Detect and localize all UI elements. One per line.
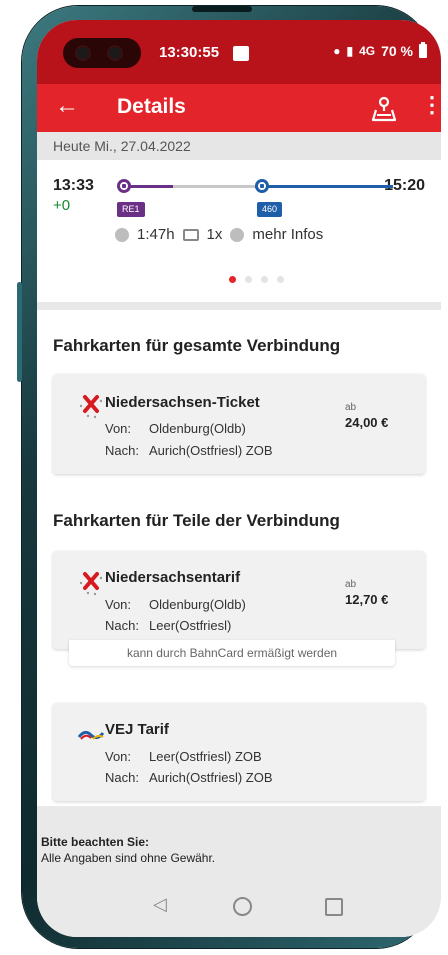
duration-icon — [115, 227, 129, 242]
status-time: 13:30:55 — [159, 44, 220, 61]
connection-summary[interactable]: 13:33 +0 15:20 RE1 460 1:47h 1x mehr Inf… — [37, 160, 441, 302]
from-label: Von: — [105, 749, 132, 764]
from-station: Oldenburg(Oldb) — [149, 421, 246, 436]
from-station: Leer(Ostfriesl) ZOB — [149, 749, 262, 764]
from-station: Oldenburg(Oldb) — [149, 597, 246, 612]
ticket-card-niedersachsentarif[interactable]: Niedersachsentarif Von: Oldenburg(Oldb) N… — [53, 551, 425, 649]
ticket-price: 12,70 € — [345, 592, 389, 607]
nav-back-icon[interactable]: ◁ — [153, 894, 167, 915]
bahncard-note: kann durch BahnCard ermäßigt werden — [69, 640, 395, 666]
screen: 13:30:55 ● ▮ 4G 70 % ← Details ⋮ Heute M… — [37, 20, 441, 937]
tariff-logo-icon — [79, 395, 103, 419]
disclaimer-text: Alle Angaben sind ohne Gewähr. — [41, 851, 216, 865]
page-dot — [277, 276, 284, 283]
ticket-price: 24,00 € — [345, 415, 389, 430]
date-header: Heute Mi., 27.04.2022 — [37, 132, 441, 160]
from-label: Von: — [105, 421, 132, 436]
ticket-name: VEJ Tarif — [105, 721, 169, 738]
section-title-partial: Fahrkarten für Teile der Verbindung — [53, 511, 340, 530]
front-camera-icon — [109, 47, 121, 59]
to-label: Nach: — [105, 618, 139, 633]
vibrate-icon: ▮ — [346, 44, 354, 58]
train-glyph — [122, 184, 126, 188]
top-speaker — [192, 6, 252, 12]
back-arrow-icon[interactable]: ← — [55, 92, 79, 120]
image-notification-icon — [233, 46, 249, 61]
camera-cutout — [63, 38, 141, 68]
bus-glyph — [260, 184, 264, 188]
section-title-full: Fahrkarten für gesamte Verbindung — [53, 336, 341, 355]
signal-icon: 4G — [359, 44, 376, 58]
ticket-name: Niedersachsentarif — [105, 569, 241, 586]
battery-percent: 70 % — [381, 43, 413, 59]
to-label: Nach: — [105, 443, 139, 458]
ticket-to-row: Nach: Aurich(Ostfriesl) ZOB — [105, 770, 273, 785]
app-bar: ← Details ⋮ — [37, 84, 441, 132]
disclaimer-title: Bitte beachten Sie: — [41, 835, 150, 849]
to-label: Nach: — [105, 770, 139, 785]
ticket-card-niedersachsen-ticket[interactable]: Niedersachsen-Ticket Von: Oldenburg(Oldb)… — [53, 374, 425, 474]
bus-icon — [255, 179, 269, 193]
status-icons: ● ▮ 4G 70 % — [333, 42, 427, 59]
to-station: Aurich(Ostfriesl) ZOB — [149, 443, 273, 458]
side-button — [17, 282, 22, 382]
battery-icon — [419, 42, 427, 58]
page-dot — [245, 276, 252, 283]
page-dot — [261, 276, 268, 283]
nav-recents-icon[interactable] — [325, 898, 343, 916]
more-vert-icon[interactable]: ⋮ — [421, 92, 441, 118]
from-label: Von: — [105, 597, 132, 612]
page-dot — [229, 276, 236, 283]
transfers: 1x — [206, 226, 223, 243]
train-icon — [117, 179, 131, 193]
status-bar: 13:30:55 ● ▮ 4G 70 % — [37, 20, 441, 84]
map-person-icon[interactable] — [371, 94, 397, 122]
ticket-to-row: Nach: Aurich(Ostfriesl) ZOB — [105, 443, 273, 458]
to-station: Leer(Ostfriesl) — [149, 618, 232, 633]
duration: 1:47h — [137, 226, 175, 243]
front-camera-icon — [77, 47, 89, 59]
page-indicator — [229, 276, 284, 283]
leg-badge-460: 460 — [257, 202, 283, 217]
departure-time: 13:33 — [53, 177, 94, 194]
ticket-from-row: Von: Oldenburg(Oldb) — [105, 421, 246, 436]
ticket-to-row: Nach: Leer(Ostfriesl) — [105, 618, 231, 633]
transfer-gap-line — [173, 185, 255, 188]
ticket-from-row: Von: Leer(Ostfriesl) ZOB — [105, 749, 262, 764]
price-prefix: ab — [345, 402, 357, 413]
more-info-icon — [230, 227, 245, 242]
nav-home-icon[interactable] — [233, 897, 252, 916]
more-info-link[interactable]: mehr Infos — [252, 226, 323, 243]
vej-logo-icon — [77, 730, 105, 740]
location-icon: ● — [333, 44, 341, 58]
ticket-card-vej-tarif[interactable]: VEJ Tarif Von: Leer(Ostfriesl) ZOB Nach: A… — [53, 703, 425, 801]
ticket-from-row: Von: Oldenburg(Oldb) — [105, 597, 246, 612]
leg-badge-re1: RE1 — [117, 202, 145, 217]
system-nav-bar: ◁ — [37, 888, 441, 928]
price-prefix: ab — [345, 579, 357, 590]
departure-delay: +0 — [53, 197, 71, 214]
divider — [37, 302, 441, 310]
bus-leg-line — [259, 185, 393, 188]
to-station: Aurich(Ostfriesl) ZOB — [149, 770, 273, 785]
transfer-icon — [182, 228, 199, 241]
page-title: Details — [117, 95, 186, 118]
ticket-name: Niedersachsen-Ticket — [105, 394, 260, 411]
connection-info-row: 1:47h 1x mehr Infos — [115, 226, 323, 243]
tariff-logo-icon — [79, 572, 103, 596]
